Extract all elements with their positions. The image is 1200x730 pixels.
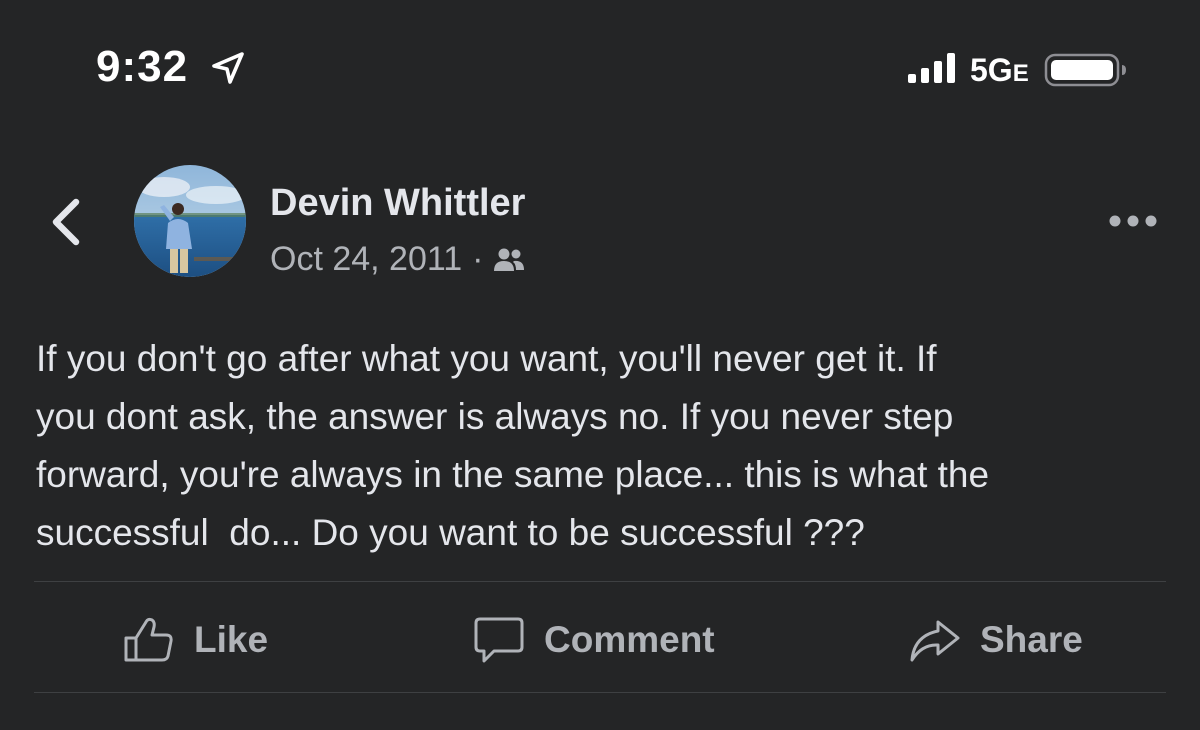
friends-icon[interactable] [492, 246, 526, 274]
status-time: 9:32 [96, 42, 189, 91]
like-button[interactable]: Like [122, 612, 268, 668]
location-arrow-icon [212, 52, 244, 84]
more-options-icon[interactable] [1108, 208, 1158, 234]
avatar[interactable] [134, 165, 246, 277]
post-date[interactable]: Oct 24, 2011 [270, 240, 462, 279]
meta-separator: · [472, 240, 484, 278]
divider [34, 581, 1166, 582]
like-label: Like [194, 619, 269, 660]
share-arrow-icon [910, 620, 960, 662]
network-indicator: 5GE [970, 52, 1029, 89]
post-meta: Oct 24, 2011 · [270, 240, 526, 279]
battery-icon [1044, 53, 1126, 87]
avatar-photo [134, 165, 246, 277]
share-label: Share [980, 619, 1083, 660]
comment-button[interactable]: Comment [472, 612, 715, 668]
divider [34, 692, 1166, 693]
network-type: 5G [970, 52, 1013, 88]
comment-bubble-icon [474, 617, 524, 663]
post-text: If you don't go after what you want, you… [36, 338, 990, 553]
share-button[interactable]: Share [908, 612, 1083, 668]
cellular-signal-icon [908, 53, 955, 83]
comment-label: Comment [544, 619, 715, 660]
network-suffix: E [1012, 60, 1029, 87]
author-name[interactable]: Devin Whittler [270, 182, 525, 225]
status-bar: 9:32 5GE [0, 0, 1200, 130]
back-chevron-icon[interactable] [44, 196, 90, 248]
thumbs-up-icon [124, 617, 173, 662]
